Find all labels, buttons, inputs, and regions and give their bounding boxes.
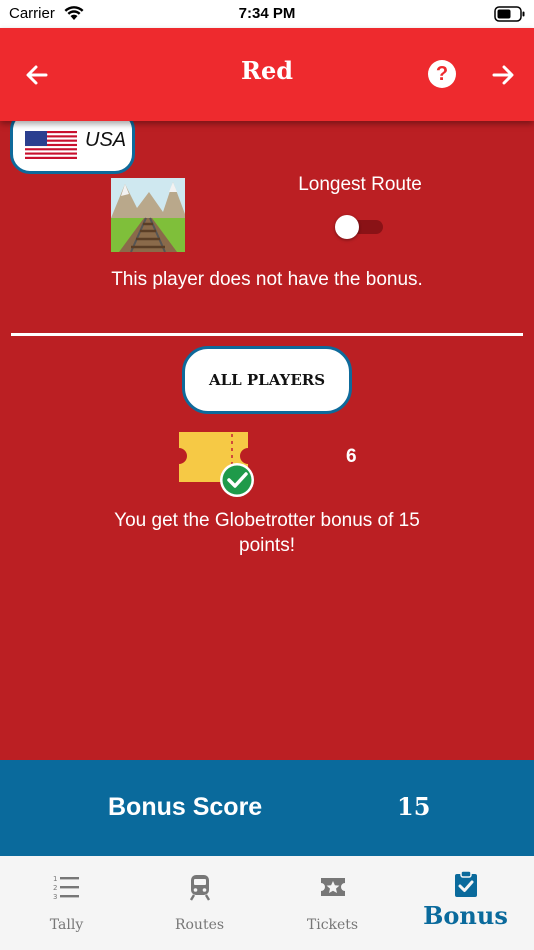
navigation-bar: Red ?	[0, 28, 534, 121]
clipboard-check-icon	[455, 870, 477, 897]
tab-label: Routes	[174, 917, 225, 933]
battery-icon	[494, 6, 525, 22]
svg-text:1: 1	[53, 875, 57, 883]
list-numbered-icon: 1 2 3	[53, 875, 79, 901]
longest-route-message: This player does not have the bonus.	[111, 269, 423, 290]
tab-tickets[interactable]: Tickets	[266, 856, 399, 950]
bonus-score-label: Bonus Score	[108, 793, 263, 821]
status-time: 7:34 PM	[238, 5, 296, 22]
all-players-button[interactable]: ALL PLAYERS	[182, 346, 352, 414]
tab-tally[interactable]: 1 2 3 Tally	[0, 856, 133, 950]
railway-track-icon	[111, 178, 185, 252]
star-ticket-icon	[321, 878, 345, 896]
svg-text:3: 3	[53, 893, 57, 901]
tab-routes[interactable]: Routes	[133, 856, 266, 950]
tab-label: Bonus	[423, 901, 508, 930]
tab-label: Tally	[49, 917, 84, 933]
tab-bar: 1 2 3 Tally Routes Tickets Bonus	[0, 856, 534, 950]
bonus-score-bar: Bonus Score 15	[0, 760, 534, 856]
tab-label: Tickets	[306, 917, 359, 933]
country-label: USA	[85, 129, 127, 151]
question-icon: ?	[435, 63, 449, 85]
longest-route-label: Longest Route	[298, 174, 422, 195]
section-divider	[11, 333, 523, 336]
bonus-score-value: 15	[397, 792, 431, 821]
longest-route-toggle[interactable]	[335, 215, 383, 239]
ticket-check-icon	[179, 432, 254, 497]
train-icon	[189, 875, 211, 901]
arrow-right-icon[interactable]	[488, 60, 518, 90]
help-button[interactable]: ?	[428, 60, 456, 88]
globetrotter-message: You get the Globetrotter bonus of 15 poi…	[114, 510, 420, 556]
toggle-knob	[335, 215, 359, 239]
us-flag-icon	[25, 131, 77, 159]
status-bar: Carrier 7:34 PM	[0, 0, 534, 28]
tab-bonus[interactable]: Bonus	[399, 856, 532, 950]
ticket-count: 6	[346, 446, 357, 467]
svg-text:2: 2	[53, 884, 57, 892]
